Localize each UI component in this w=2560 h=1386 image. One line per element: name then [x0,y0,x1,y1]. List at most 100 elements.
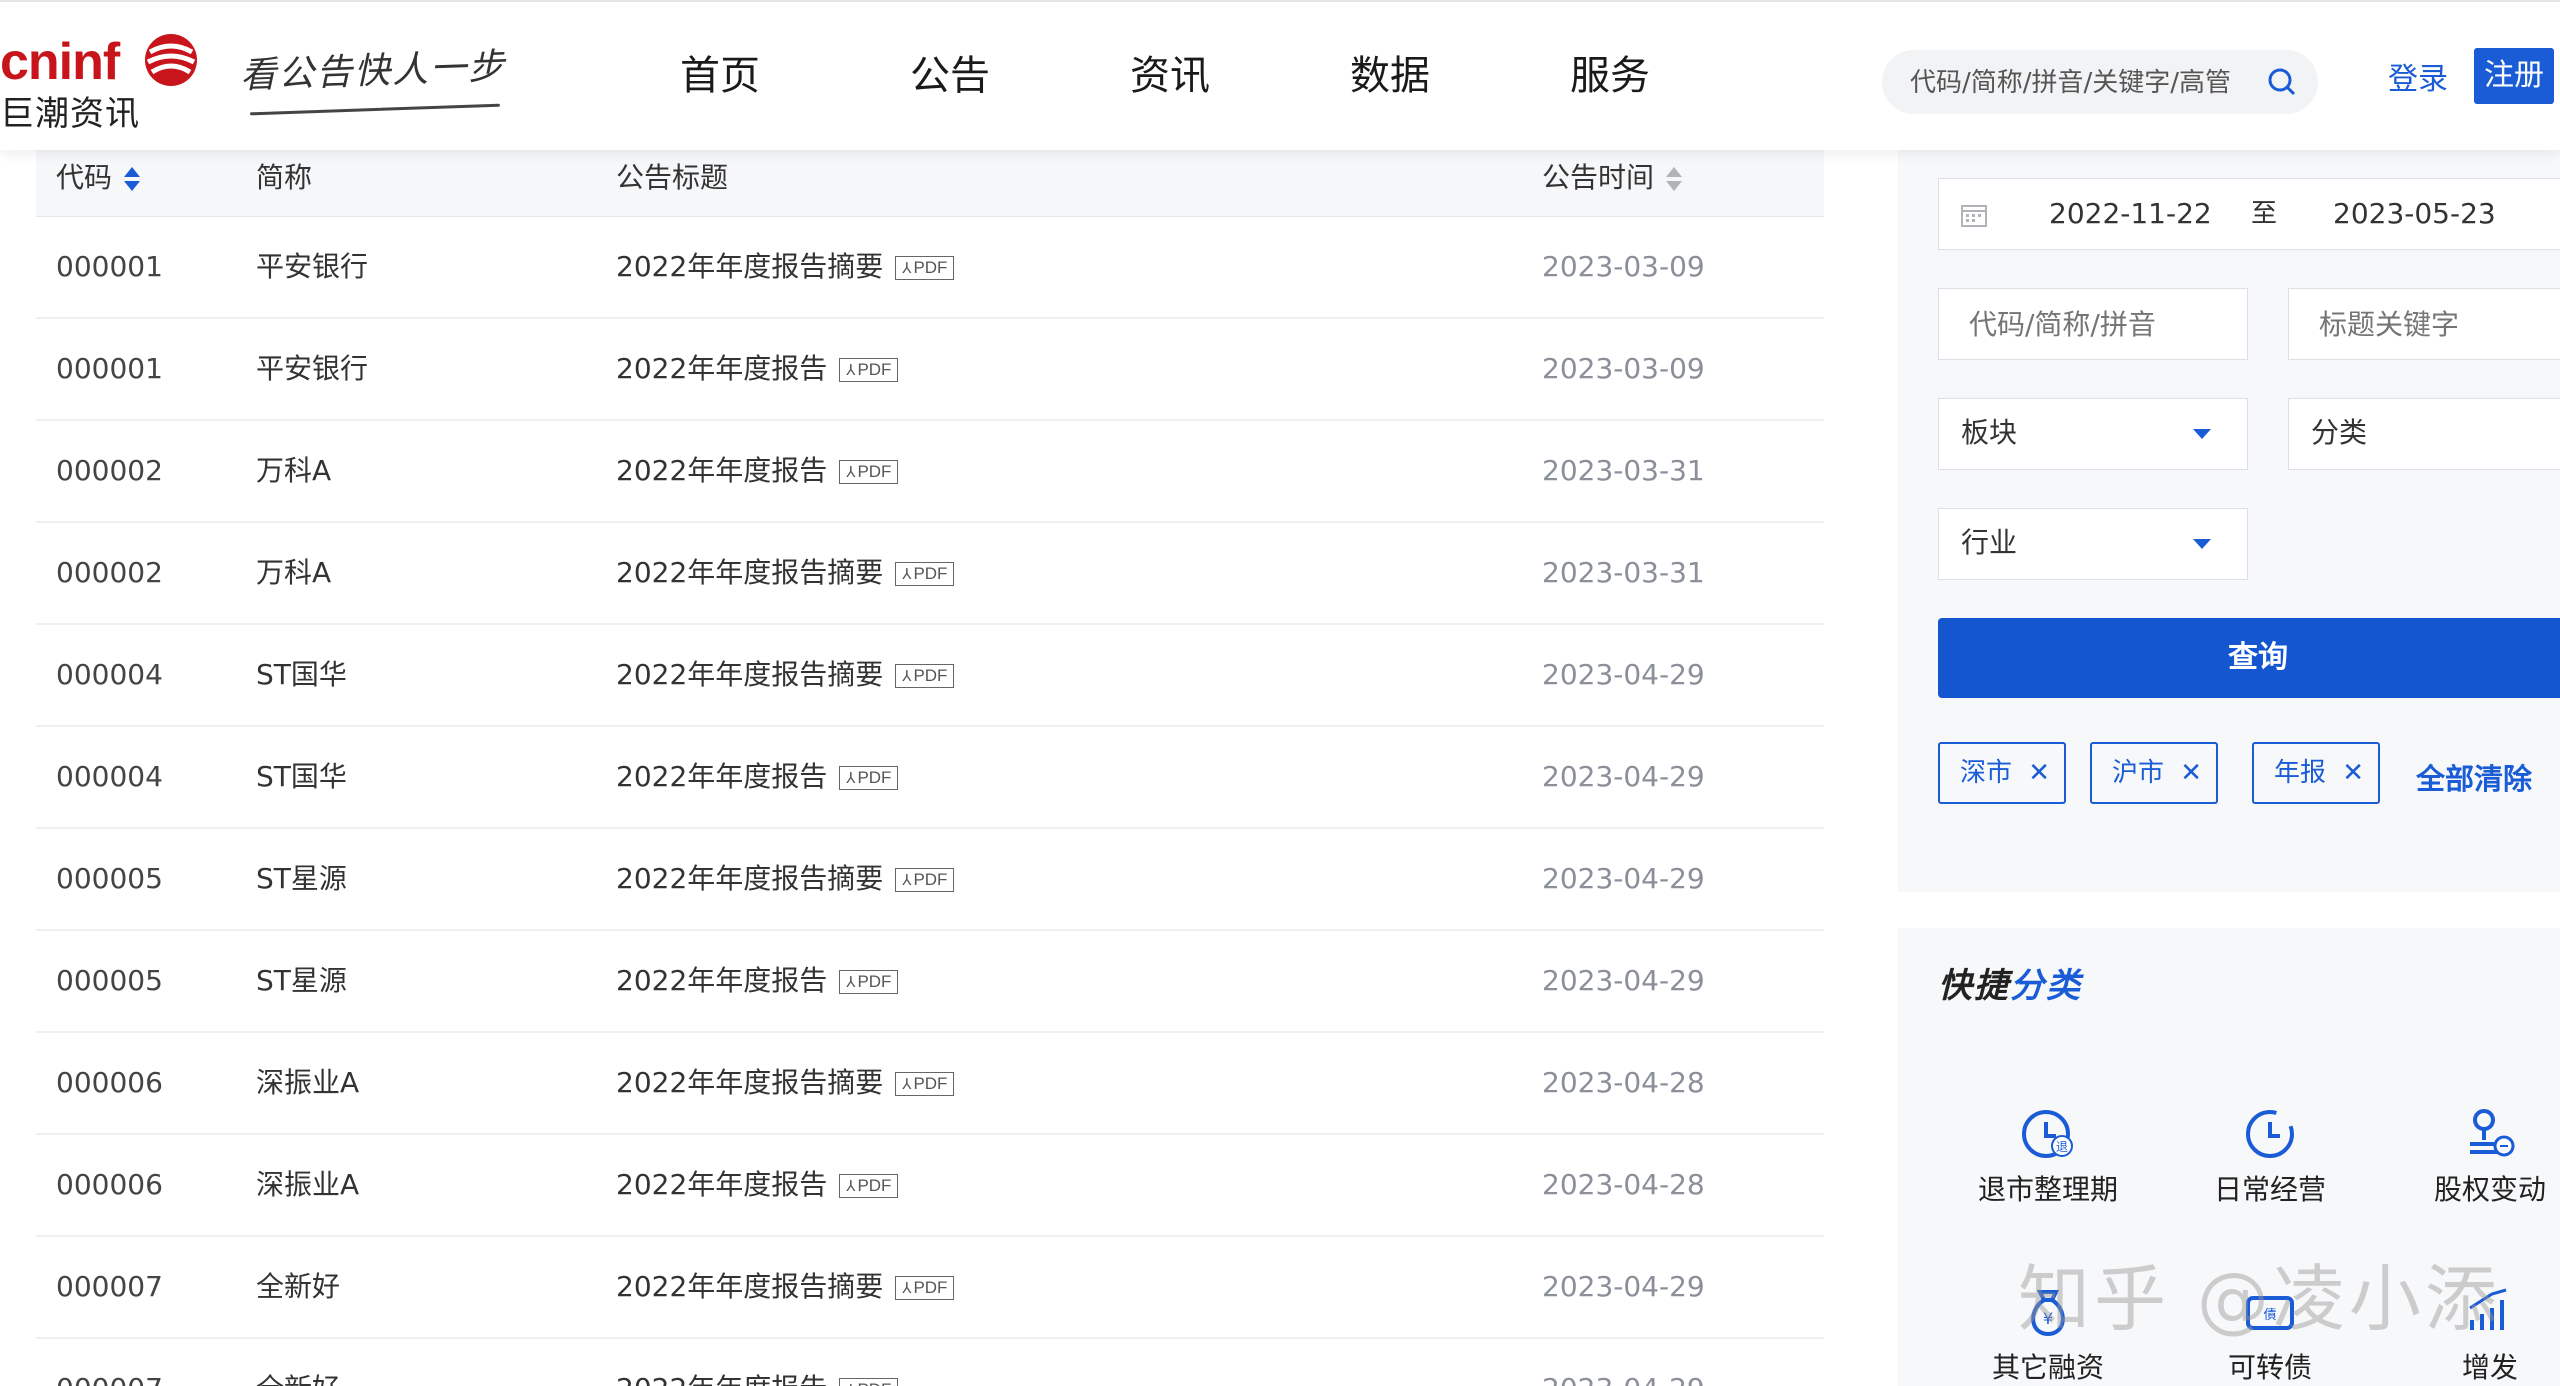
quick-item-delisting[interactable]: 退 退市整理期 [1948,1106,2148,1208]
table-row[interactable]: 000002 万科A 2022年年度报告 ⅄ PDF 2023-03-31 [36,420,1824,523]
tag-label: 深市 [1960,758,2013,788]
pdf-badge[interactable]: ⅄PDF [895,1276,955,1300]
filter-tag-shenzhen[interactable]: 深市 ✕ [1938,742,2066,804]
cell-title[interactable]: 2022年年度报告摘要 ⅄ PDF [616,216,955,317]
cell-title-text[interactable]: 2022年年度报告摘要 [616,658,883,691]
th-time[interactable]: 公告时间 [1542,148,1683,208]
table-row[interactable]: 000001 平安银行 2022年年度报告 ⅄ PDF 2023-03-09 [36,318,1824,421]
pdf-badge[interactable]: ⅄PDF [839,1378,899,1386]
table-row[interactable]: 000005 ST星源 2022年年度报告摘要 ⅄ PDF 2023-04-29 [36,828,1824,931]
cell-title-text[interactable]: 2022年年度报告摘要 [616,556,883,589]
code-input[interactable] [1938,288,2248,360]
filter-tag-annual-report[interactable]: 年报 ✕ [2252,742,2380,804]
table-row[interactable]: 000004 ST国华 2022年年度报告摘要 ⅄ PDF 2023-04-29 [36,624,1824,727]
date-to[interactable]: 2023-05-23 [2333,179,2496,249]
cell-title[interactable]: 2022年年度报告摘要 ⅄ PDF [616,522,955,623]
cell-title-text[interactable]: 2022年年度报告摘要 [616,862,883,895]
cell-date: 2023-03-09 [1542,216,1705,317]
cell-code: 000006 [56,1134,163,1235]
table-row[interactable]: 000007 全新好 2022年年度报告 ⅄PDF 2023-04-29 [36,1338,1824,1386]
query-button[interactable]: 查询 [1938,618,2560,698]
cell-title[interactable]: 2022年年度报告 ⅄PDF [616,420,899,521]
date-from[interactable]: 2022-11-22 [2049,179,2212,249]
cell-date-text: 2023-03-31 [1542,454,1705,487]
cell-title-text[interactable]: 2022年年度报告摘要 [616,1066,883,1099]
cell-title[interactable]: 2022年年度报告摘要 ⅄ PDF [616,1236,955,1337]
nav-news[interactable]: 资讯 [1060,2,1280,150]
category-select[interactable]: 分类 [2288,398,2560,470]
filter-tag-shanghai[interactable]: 沪市 ✕ [2090,742,2218,804]
nav-home[interactable]: 首页 [640,2,840,150]
nav-data[interactable]: 数据 [1280,2,1500,150]
chevron-down-icon [2193,539,2211,549]
cell-title[interactable]: 2022年年度报告 ⅄PDF [616,318,899,419]
table-row[interactable]: 000002 万科A 2022年年度报告摘要 ⅄ PDF 2023-03-31 [36,522,1824,625]
pdf-badge[interactable]: ⅄PDF [895,256,955,280]
cell-title-text[interactable]: 2022年年度报告 [616,964,827,997]
cell-title-text[interactable]: 2022年年度报告摘要 [616,250,883,283]
cell-date-text: 2023-03-31 [1542,556,1705,589]
table-row[interactable]: 000005 ST星源 2022年年度报告 ⅄ PDF 2023-04-29 [36,930,1824,1033]
clear-all-link[interactable]: 全部清除 [2416,756,2532,798]
keyword-input[interactable] [2288,288,2560,360]
pdf-badge[interactable]: ⅄PDF [895,868,955,892]
pdf-label: PDF [913,258,948,277]
cell-title[interactable]: 2022年年度报告 ⅄PDF [616,1338,899,1386]
quick-item-equity-change[interactable]: 股权变动 [2390,1106,2560,1208]
close-icon[interactable]: ✕ [2028,744,2050,802]
search-icon[interactable] [2266,66,2298,98]
cell-title-text[interactable]: 2022年年度报告 [616,454,827,487]
sort-icon[interactable] [1664,165,1683,193]
login-link[interactable]: 登录 [2388,54,2448,98]
pdf-badge[interactable]: ⅄PDF [895,1072,955,1096]
industry-select[interactable]: 行业 [1938,508,2248,580]
cell-title-text[interactable]: 2022年年度报告 [616,760,827,793]
logo-wordmark: cninf [0,33,120,91]
cell-name-text: 深振业A [256,1066,360,1099]
board-select[interactable]: 板块 [1938,398,2248,470]
pdf-badge[interactable]: ⅄PDF [839,970,899,994]
close-icon[interactable]: ✕ [2342,744,2364,802]
table-row[interactable]: 000006 深振业A 2022年年度报告摘要 ⅄ PDF 2023-04-28 [36,1032,1824,1135]
pdf-badge[interactable]: ⅄PDF [895,562,955,586]
pdf-badge[interactable]: ⅄PDF [895,664,955,688]
pdf-label: PDF [857,768,892,787]
table-row[interactable]: 000006 深振业A 2022年年度报告 ⅄ PDF 2023-04-28 [36,1134,1824,1237]
cell-code: 000007 [56,1236,163,1337]
date-range-picker[interactable]: 2022-11-22 至 2023-05-23 [1938,178,2560,250]
table-row[interactable]: 000007 全新好 2022年年度报告摘要 ⅄ PDF 2023-04-29 [36,1236,1824,1339]
quick-item-daily-ops[interactable]: 日常经营 [2170,1106,2370,1208]
pdf-badge[interactable]: ⅄PDF [839,460,899,484]
th-code[interactable]: 代码 [56,148,141,208]
sort-icon[interactable] [122,165,141,193]
search-input[interactable] [1908,50,2252,116]
pdf-badge[interactable]: ⅄PDF [839,358,899,382]
table-row[interactable]: 000001 平安银行 2022年年度报告摘要 ⅄ PDF 2023-03-09 [36,216,1824,319]
logo-mark-icon [145,34,197,86]
table-row[interactable]: 000004 ST国华 2022年年度报告 ⅄ PDF 2023-04-29 [36,726,1824,829]
cell-title[interactable]: 2022年年度报告 ⅄PDF [616,930,899,1031]
chevron-down-icon [2193,429,2211,439]
pdf-icon: ⅄ [846,974,856,991]
cell-title[interactable]: 2022年年度报告摘要 ⅄ PDF [616,828,955,929]
equity-stamp-icon [2470,1109,2515,1157]
nav-services[interactable]: 服务 [1500,2,1720,150]
cell-code-text: 000006 [56,1066,163,1099]
cell-title[interactable]: 2022年年度报告摘要 ⅄ PDF [616,1032,955,1133]
close-icon[interactable]: ✕ [2180,744,2202,802]
pdf-badge[interactable]: ⅄PDF [839,766,899,790]
cninfo-logo[interactable]: cninf 巨潮资讯 [0,26,210,136]
pdf-badge[interactable]: ⅄PDF [839,1174,899,1198]
cell-title-text[interactable]: 2022年年度报告摘要 [616,1270,883,1303]
cell-name: 全新好 [256,1236,340,1337]
nav-announcements[interactable]: 公告 [840,2,1060,150]
cell-title[interactable]: 2022年年度报告 ⅄PDF [616,726,899,827]
pdf-icon: ⅄ [902,1076,912,1093]
cell-title-text[interactable]: 2022年年度报告 [616,1372,827,1386]
cell-title-text[interactable]: 2022年年度报告 [616,352,827,385]
register-button[interactable]: 注册 [2474,48,2554,104]
cell-title[interactable]: 2022年年度报告摘要 ⅄ PDF [616,624,955,725]
cell-title-text[interactable]: 2022年年度报告 [616,1168,827,1201]
cell-name-text: ST国华 [256,760,347,793]
cell-title[interactable]: 2022年年度报告 ⅄PDF [616,1134,899,1235]
